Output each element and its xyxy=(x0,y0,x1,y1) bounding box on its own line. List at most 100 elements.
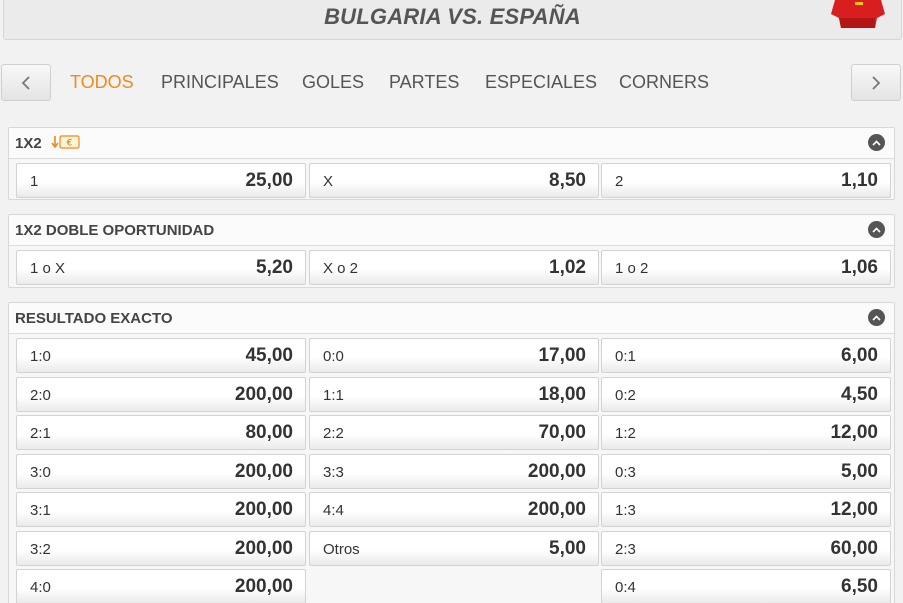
odd-button[interactable]: 2:3 60,00 xyxy=(601,531,891,566)
odd-value: 200,00 xyxy=(527,461,586,482)
market-header[interactable]: RESULTADO EXACTO xyxy=(9,303,894,334)
market-title: 1X2 xyxy=(15,135,42,152)
odd-label: 3:2 xyxy=(30,541,51,558)
odd-button[interactable]: 2:2 70,00 xyxy=(309,415,599,450)
market-header[interactable]: 1X2 € xyxy=(9,128,894,159)
odd-value: 200,00 xyxy=(527,499,586,520)
odd-value: 5,00 xyxy=(841,461,878,482)
odd-value: 6,00 xyxy=(841,345,878,366)
odd-value: 70,00 xyxy=(538,422,586,443)
odd-value: 4,50 xyxy=(841,384,878,405)
odd-button[interactable]: 3:0 200,00 xyxy=(16,454,306,489)
odd-button[interactable]: 4:4 200,00 xyxy=(309,492,599,527)
match-header: BULGARIA VS. ESPAÑA xyxy=(3,0,902,40)
odd-label: 2:1 xyxy=(30,425,51,442)
chevron-right-icon xyxy=(872,75,881,90)
odd-value: 80,00 xyxy=(245,422,293,443)
odd-button[interactable]: 0:3 5,00 xyxy=(601,454,891,489)
tab-partes[interactable]: PARTES xyxy=(389,72,459,93)
odd-label: 1:1 xyxy=(323,387,344,404)
scroll-right-button[interactable] xyxy=(851,64,901,101)
odd-button[interactable]: 1 o 2 1,06 xyxy=(601,250,891,285)
odd-value: 200,00 xyxy=(234,499,293,520)
odd-label: 2:0 xyxy=(30,387,51,404)
odd-label: 0:1 xyxy=(615,348,636,365)
odd-value: 1,02 xyxy=(549,257,586,278)
odd-label: 1 xyxy=(30,173,39,190)
market-1x2: 1X2 € 1 25,00 X 8,50 2 1,10 xyxy=(8,127,895,200)
odd-label: 2:3 xyxy=(615,541,636,558)
odd-label: 0:3 xyxy=(615,464,636,481)
odd-label: 1 o X xyxy=(30,260,66,277)
odd-value: 5,00 xyxy=(549,538,586,559)
odd-label: X xyxy=(323,173,334,190)
odd-button[interactable]: 1 o X 5,20 xyxy=(16,250,306,285)
odd-value: 17,00 xyxy=(538,345,586,366)
market-tabs: TODOS PRINCIPALES GOLES PARTES ESPECIALE… xyxy=(0,62,903,102)
odd-button[interactable]: 1:2 12,00 xyxy=(601,415,891,450)
odd-button[interactable]: 1:3 12,00 xyxy=(601,492,891,527)
odd-button[interactable]: 0:0 17,00 xyxy=(309,338,599,373)
odd-button[interactable]: 1 25,00 xyxy=(16,163,306,198)
odd-label: 0:0 xyxy=(323,348,344,365)
svg-text:€: € xyxy=(67,139,73,149)
tab-goles[interactable]: GOLES xyxy=(302,72,364,93)
market-resultado-exacto: RESULTADO EXACTO 1:0 45,00 2:0 200,00 2:1 8… xyxy=(8,302,895,603)
spain-jersey-icon xyxy=(829,0,887,28)
odd-label: 3:1 xyxy=(30,502,51,519)
tab-principales[interactable]: PRINCIPALES xyxy=(161,72,279,93)
odd-button[interactable]: 1:1 18,00 xyxy=(309,377,599,412)
market-title: 1X2 DOBLE OPORTUNIDAD xyxy=(15,222,215,239)
odd-label: 3:0 xyxy=(30,464,51,481)
odd-value: 1,10 xyxy=(841,170,878,191)
odd-button[interactable]: 0:1 6,00 xyxy=(601,338,891,373)
odd-value: 5,20 xyxy=(256,257,293,278)
collapse-icon[interactable] xyxy=(868,221,885,238)
odd-value: 1,06 xyxy=(841,257,878,278)
odd-button[interactable]: 3:2 200,00 xyxy=(16,531,306,566)
odd-label: 3:3 xyxy=(323,464,344,481)
odd-value: 25,00 xyxy=(245,170,293,191)
odd-label: 0:4 xyxy=(615,579,636,596)
odd-button[interactable]: 0:4 6,50 xyxy=(601,569,891,603)
odd-value: 6,50 xyxy=(841,576,878,597)
odd-button[interactable]: 4:0 200,00 xyxy=(16,569,306,603)
odd-label: 1:3 xyxy=(615,502,636,519)
tab-especiales[interactable]: ESPECIALES xyxy=(485,72,597,93)
collapse-icon[interactable] xyxy=(868,134,885,151)
odd-value: 45,00 xyxy=(245,345,293,366)
tab-corners[interactable]: CORNERS xyxy=(619,72,709,93)
odd-label: 1 o 2 xyxy=(615,260,649,277)
odd-label: 2 xyxy=(615,173,624,190)
odd-label: 0:2 xyxy=(615,387,636,404)
match-title: BULGARIA VS. ESPAÑA xyxy=(324,4,581,29)
market-header[interactable]: 1X2 DOBLE OPORTUNIDAD xyxy=(9,215,894,246)
odd-label: 1:2 xyxy=(615,425,636,442)
odd-value: 12,00 xyxy=(830,499,878,520)
odd-value: 200,00 xyxy=(234,384,293,405)
odd-value: 200,00 xyxy=(234,576,293,597)
odd-button[interactable]: 1:0 45,00 xyxy=(16,338,306,373)
odd-value: 12,00 xyxy=(830,422,878,443)
odd-value: 200,00 xyxy=(234,461,293,482)
odd-button[interactable]: X o 2 1,02 xyxy=(309,250,599,285)
odd-label: X o 2 xyxy=(323,260,359,277)
tab-todos[interactable]: TODOS xyxy=(70,72,134,93)
odd-button[interactable]: 3:1 200,00 xyxy=(16,492,306,527)
cashout-icon: € xyxy=(51,134,81,156)
odd-button[interactable]: X 8,50 xyxy=(309,163,599,198)
odd-button[interactable]: Otros 5,00 xyxy=(309,531,599,566)
scroll-left-button[interactable] xyxy=(1,64,51,101)
odd-button[interactable]: 2:0 200,00 xyxy=(16,377,306,412)
odd-label: 1:0 xyxy=(30,348,51,365)
odd-button[interactable]: 2 1,10 xyxy=(601,163,891,198)
market-doble-oportunidad: 1X2 DOBLE OPORTUNIDAD 1 o X 5,20 X o 2 1… xyxy=(8,214,895,288)
collapse-icon[interactable] xyxy=(868,309,885,326)
odd-label: 4:4 xyxy=(323,502,344,519)
odd-button[interactable]: 3:3 200,00 xyxy=(309,454,599,489)
odd-button[interactable]: 2:1 80,00 xyxy=(16,415,306,450)
odd-label: 4:0 xyxy=(30,579,51,596)
odd-value: 18,00 xyxy=(538,384,586,405)
odd-button[interactable]: 0:2 4,50 xyxy=(601,377,891,412)
odd-label: Otros xyxy=(323,541,360,558)
